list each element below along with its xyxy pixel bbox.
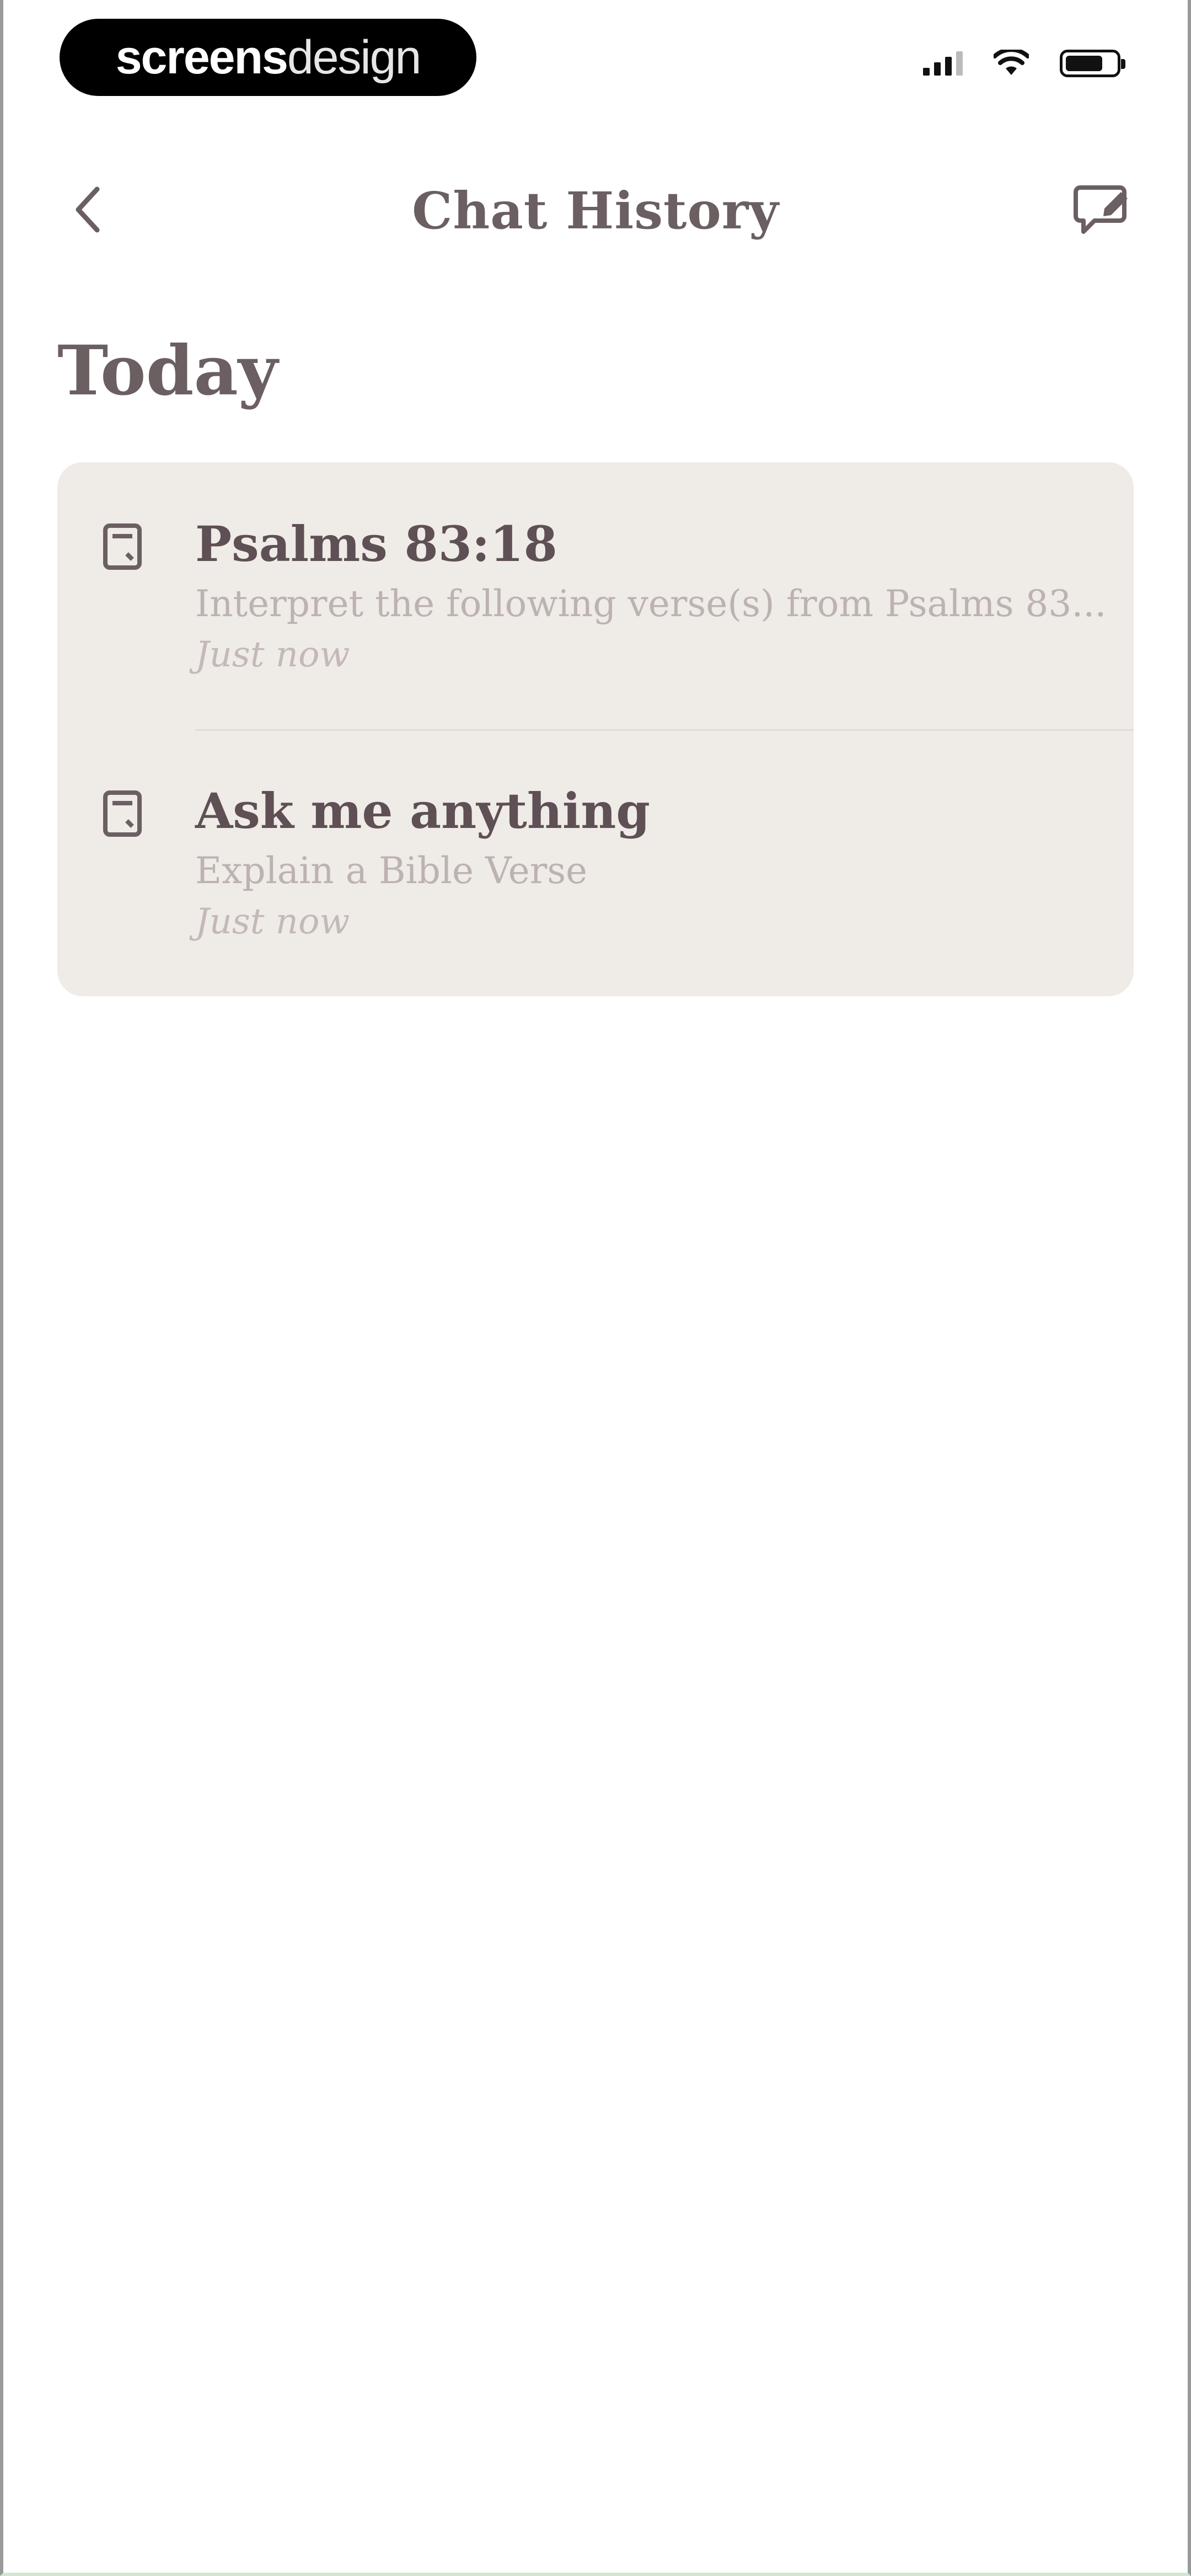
chat-title: Ask me anything (195, 782, 650, 840)
new-chat-icon (1074, 185, 1128, 234)
wifi-icon (994, 50, 1029, 75)
cellular-signal-icon (923, 51, 963, 76)
document-icon (103, 523, 142, 570)
chat-timestamp: Just now (195, 634, 350, 675)
chat-preview: Explain a Bible Verse (195, 849, 588, 892)
section-title-today: Today (57, 331, 278, 411)
chat-history-item[interactable]: Ask me anything Explain a Bible Verse Ju… (57, 729, 1134, 996)
chat-timestamp: Just now (195, 901, 350, 942)
chat-history-list: Psalms 83:18 Interpret the following ver… (57, 462, 1134, 996)
chat-title: Psalms 83:18 (195, 515, 557, 573)
brand-logo: screens design (60, 19, 476, 96)
navigation-bar: Chat History (0, 154, 1191, 265)
chat-preview: Interpret the following verse(s) from Ps… (195, 582, 1107, 625)
battery-icon (1060, 50, 1125, 77)
brand-logo-strong: screens (115, 30, 288, 84)
chat-history-item[interactable]: Psalms 83:18 Interpret the following ver… (57, 462, 1134, 729)
page-title: Chat History (412, 181, 779, 241)
document-icon (103, 790, 142, 837)
status-bar: screens design (0, 0, 1191, 116)
new-chat-button[interactable] (1064, 177, 1141, 243)
brand-logo-light: design (287, 30, 421, 84)
status-icons (923, 50, 1125, 77)
